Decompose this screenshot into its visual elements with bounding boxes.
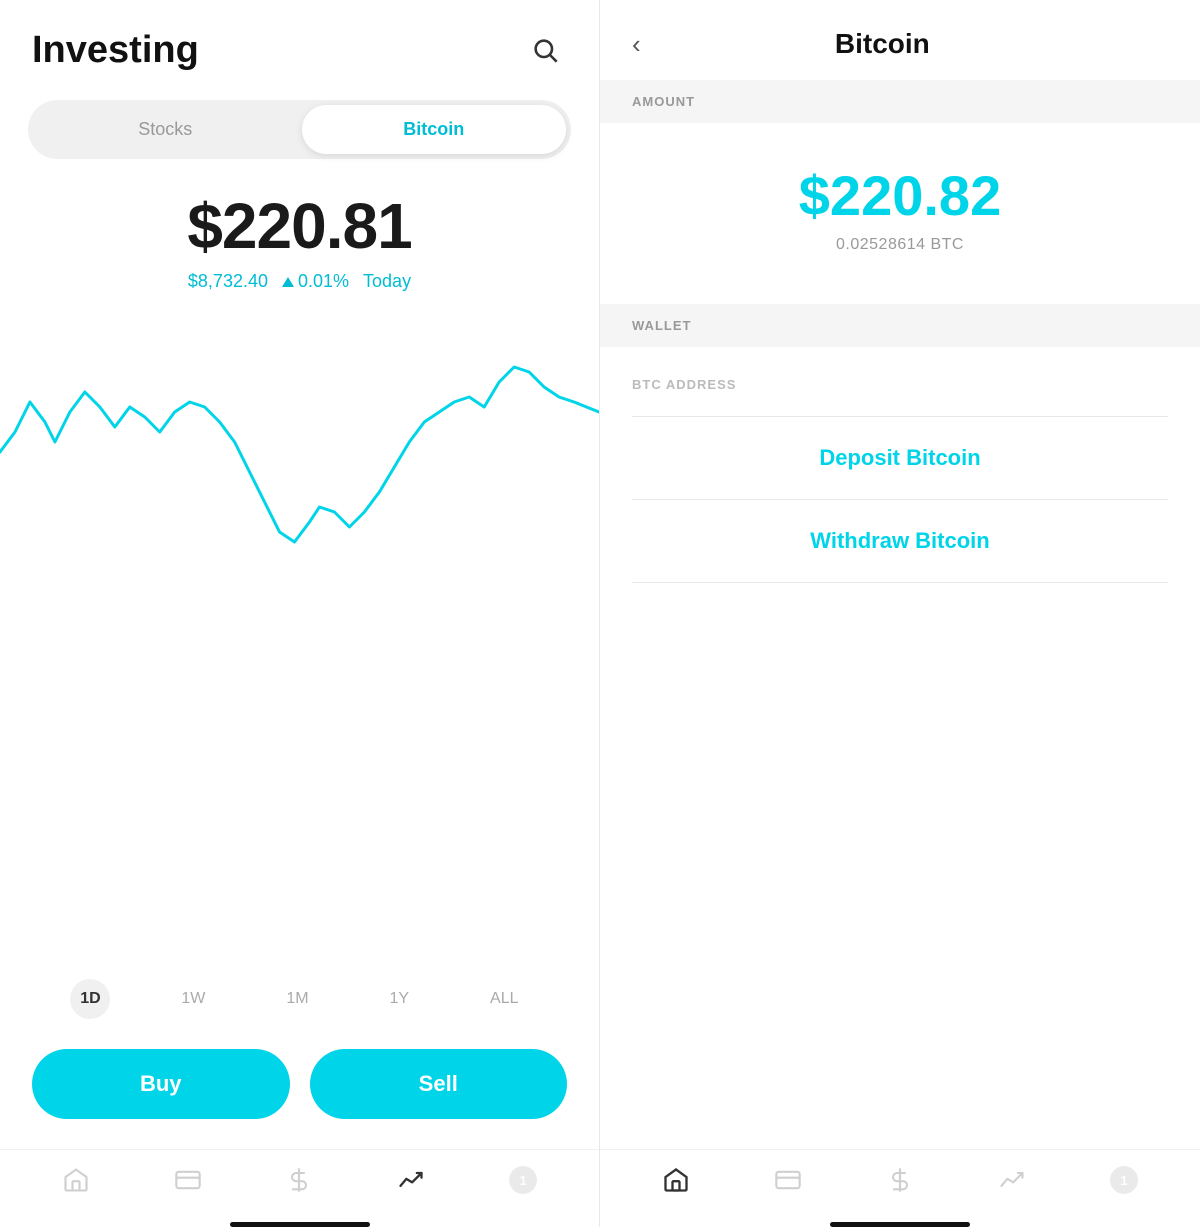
notification-badge: 1 bbox=[509, 1166, 537, 1194]
price-period: Today bbox=[363, 271, 411, 292]
right-investing-icon bbox=[998, 1166, 1026, 1194]
right-panel: ‹ Bitcoin AMOUNT $220.82 0.02528614 BTC … bbox=[600, 0, 1200, 1227]
withdraw-bitcoin-link[interactable]: Withdraw Bitcoin bbox=[600, 500, 1200, 582]
main-price: $220.81 bbox=[32, 189, 567, 263]
amount-btc: 0.02528614 BTC bbox=[836, 236, 964, 254]
deposit-bitcoin-text: Deposit Bitcoin bbox=[819, 445, 980, 470]
news-icon bbox=[174, 1166, 202, 1194]
right-header: ‹ Bitcoin bbox=[600, 0, 1200, 80]
tabs-container: Stocks Bitcoin bbox=[0, 92, 599, 159]
right-home-icon bbox=[662, 1166, 690, 1194]
wallet-section-header: WALLET bbox=[600, 304, 1200, 347]
nav-investing[interactable] bbox=[397, 1166, 425, 1194]
right-nav-cash[interactable] bbox=[886, 1166, 914, 1194]
price-change-value: 0.01% bbox=[298, 271, 349, 292]
right-notification-badge: 1 bbox=[1110, 1166, 1138, 1194]
home-icon bbox=[62, 1166, 90, 1194]
time-range: 1D 1W 1M 1Y ALL bbox=[0, 969, 599, 1039]
amount-value: $220.82 bbox=[799, 163, 1001, 228]
left-bottom-nav: 1 bbox=[0, 1149, 599, 1214]
price-section: $220.81 $8,732.40 0.01% Today bbox=[0, 159, 599, 302]
right-nav-news[interactable] bbox=[774, 1166, 802, 1194]
right-dollar-icon bbox=[886, 1166, 914, 1194]
buy-button[interactable]: Buy bbox=[32, 1049, 290, 1119]
price-change: 0.01% bbox=[282, 271, 349, 292]
nav-notifications[interactable]: 1 bbox=[509, 1166, 537, 1194]
time-1d[interactable]: 1D bbox=[70, 979, 110, 1019]
price-chart bbox=[0, 312, 599, 592]
right-nav-notifications[interactable]: 1 bbox=[1110, 1166, 1138, 1194]
tab-bitcoin[interactable]: Bitcoin bbox=[302, 105, 567, 154]
right-title: Bitcoin bbox=[657, 28, 1108, 60]
dollar-icon bbox=[285, 1166, 313, 1194]
time-1m[interactable]: 1M bbox=[276, 984, 318, 1014]
time-1y[interactable]: 1Y bbox=[380, 984, 420, 1014]
amount-section: $220.82 0.02528614 BTC bbox=[600, 123, 1200, 304]
right-nav-investing[interactable] bbox=[998, 1166, 1026, 1194]
price-meta: $8,732.40 0.01% Today bbox=[32, 271, 567, 292]
withdraw-bitcoin-text: Withdraw Bitcoin bbox=[810, 528, 989, 553]
right-bottom-nav: 1 bbox=[600, 1149, 1200, 1214]
tab-stocks[interactable]: Stocks bbox=[33, 105, 298, 154]
chart-container bbox=[0, 302, 599, 969]
right-nav-home[interactable] bbox=[662, 1166, 690, 1194]
amount-section-header: AMOUNT bbox=[600, 80, 1200, 123]
action-buttons: Buy Sell bbox=[0, 1039, 599, 1149]
btc-address-label: BTC ADDRESS bbox=[632, 377, 1168, 392]
back-button[interactable]: ‹ bbox=[632, 29, 641, 60]
right-spacer bbox=[600, 583, 1200, 1149]
tabs-pill: Stocks Bitcoin bbox=[28, 100, 571, 159]
search-icon bbox=[531, 36, 559, 64]
investing-icon bbox=[397, 1166, 425, 1194]
right-news-icon bbox=[774, 1166, 802, 1194]
search-button[interactable] bbox=[523, 28, 567, 72]
sell-button[interactable]: Sell bbox=[310, 1049, 568, 1119]
time-1w[interactable]: 1W bbox=[171, 984, 215, 1014]
nav-news[interactable] bbox=[174, 1166, 202, 1194]
price-sub: $8,732.40 bbox=[188, 271, 268, 292]
right-home-indicator bbox=[830, 1222, 970, 1227]
wallet-section: BTC ADDRESS bbox=[600, 347, 1200, 416]
arrow-up-icon bbox=[282, 277, 294, 287]
deposit-bitcoin-link[interactable]: Deposit Bitcoin bbox=[600, 417, 1200, 499]
nav-home[interactable] bbox=[62, 1166, 90, 1194]
time-all[interactable]: ALL bbox=[480, 984, 528, 1014]
left-home-indicator bbox=[230, 1222, 370, 1227]
left-panel: Investing Stocks Bitcoin $220.81 $8,732.… bbox=[0, 0, 600, 1227]
nav-cash[interactable] bbox=[285, 1166, 313, 1194]
left-header: Investing bbox=[0, 0, 599, 92]
page-title: Investing bbox=[32, 29, 199, 72]
